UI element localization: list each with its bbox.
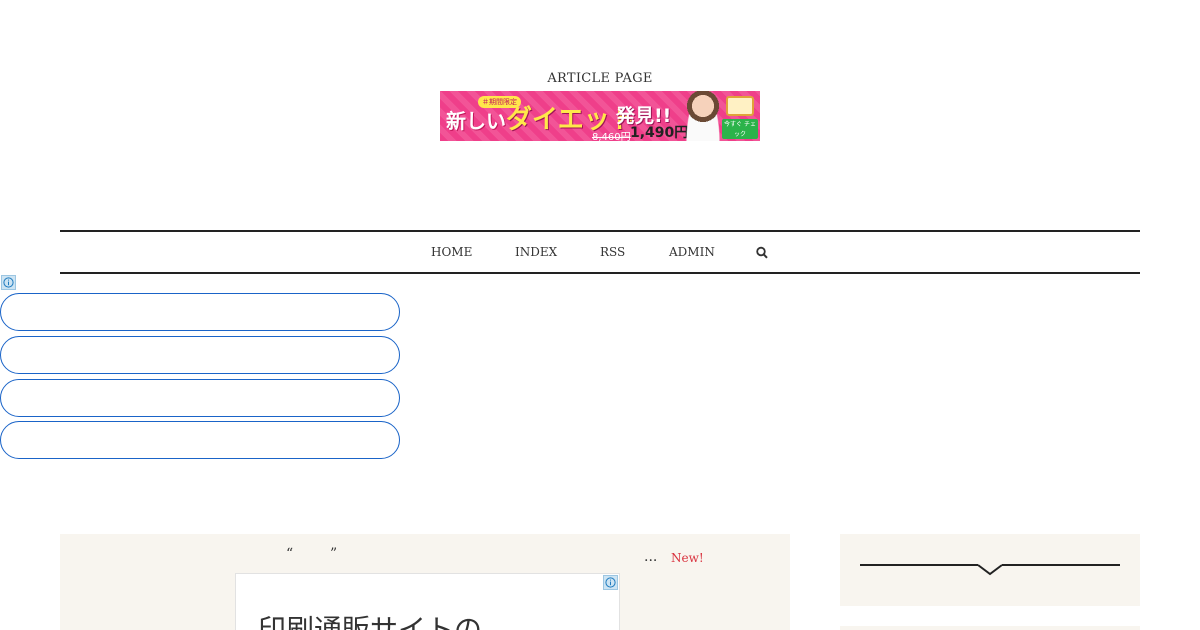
nav-item-rss[interactable]: RSS xyxy=(600,245,625,259)
nav-item-admin[interactable]: ADMIN xyxy=(669,245,715,259)
inline-ad-headline[interactable]: 印刷通販サイトの xyxy=(258,608,482,630)
ad-link-pill[interactable] xyxy=(0,379,400,417)
quote-open-mark: “ xyxy=(286,546,294,562)
ad-link-pill[interactable] xyxy=(0,293,400,331)
ad-link-pill[interactable] xyxy=(0,421,400,459)
sidebar-panel xyxy=(840,534,1140,606)
ad-info-icon[interactable] xyxy=(603,575,618,590)
banner-product-image xyxy=(726,96,754,116)
banner-new-price: 1,490円 xyxy=(630,125,689,141)
site-title[interactable]: ARTICLE PAGE xyxy=(0,71,1200,86)
main-article-panel: “ ” ... New! 印刷通販サイトの xyxy=(60,534,790,630)
global-nav: HOME INDEX RSS ADMIN xyxy=(60,230,1140,274)
ad-info-icon[interactable] xyxy=(1,275,16,290)
inline-ad-card[interactable]: 印刷通販サイトの xyxy=(235,573,620,630)
banner-old-price: 8,460円 xyxy=(592,132,631,141)
quote-close-mark: ” xyxy=(330,546,338,562)
ellipsis: ... xyxy=(644,549,658,565)
nav-item-index[interactable]: INDEX xyxy=(515,245,557,259)
banner-model-image xyxy=(686,91,720,141)
banner-cta-button[interactable]: 今すぐ チェック xyxy=(722,119,758,139)
search-icon[interactable] xyxy=(756,245,768,259)
ad-link-pill[interactable] xyxy=(0,336,400,374)
sidebar-panel-2 xyxy=(840,626,1140,630)
nav-item-home[interactable]: HOME xyxy=(431,245,472,259)
banner-text-new: 新しい xyxy=(446,109,506,133)
new-badge: New! xyxy=(671,551,704,565)
header-ad-banner[interactable]: ＃期間限定 新しい ダイエット 発見!! 8,460円 1,490円 今すぐ チ… xyxy=(440,91,760,141)
sidebar-heading-divider xyxy=(860,564,1120,576)
